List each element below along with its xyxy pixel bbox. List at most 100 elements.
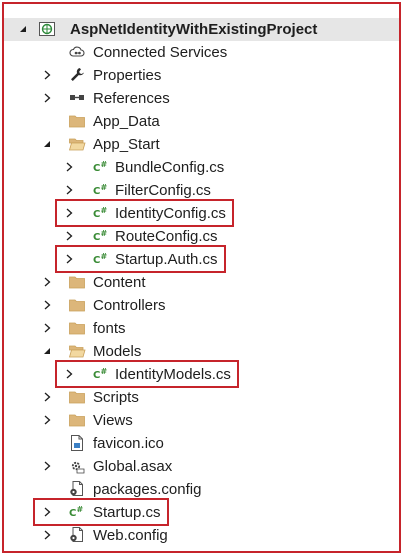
svg-text:#: # bbox=[101, 183, 108, 192]
image-file-icon bbox=[68, 434, 86, 452]
config-file-icon bbox=[68, 526, 86, 544]
tree-item-label: IdentityConfig.cs bbox=[115, 205, 226, 222]
tree-item[interactable]: Connected Services bbox=[4, 41, 399, 64]
folder-icon bbox=[68, 296, 86, 314]
tree-item[interactable]: Models bbox=[4, 340, 399, 363]
tree-item-label: fonts bbox=[93, 320, 126, 337]
collapsed-arrow-icon[interactable] bbox=[42, 299, 52, 311]
tree-item-label: References bbox=[93, 90, 170, 107]
csharp-file-icon: C # bbox=[92, 365, 110, 383]
tree-item-label: Startup.cs bbox=[93, 504, 161, 521]
collapsed-arrow-icon[interactable] bbox=[64, 207, 74, 219]
tree-item-label: App_Data bbox=[93, 113, 160, 130]
svg-text:#: # bbox=[101, 160, 108, 169]
svg-text:C: C bbox=[93, 186, 100, 197]
collapsed-arrow-icon[interactable] bbox=[64, 161, 74, 173]
tree-item-label: FilterConfig.cs bbox=[115, 182, 211, 199]
web-project-icon bbox=[38, 20, 56, 38]
tree-item-label: Controllers bbox=[93, 297, 166, 314]
svg-text:#: # bbox=[101, 229, 108, 238]
wrench-icon bbox=[68, 66, 86, 84]
collapsed-arrow-icon[interactable] bbox=[42, 460, 52, 472]
tree-item[interactable]: Controllers bbox=[4, 294, 399, 317]
tree-item[interactable]: C # Startup.Auth.cs bbox=[4, 248, 399, 271]
collapsed-arrow-icon[interactable] bbox=[42, 506, 52, 518]
cloud-connected-icon bbox=[68, 43, 86, 61]
tree-item[interactable]: C # IdentityModels.cs bbox=[4, 363, 399, 386]
collapsed-arrow-icon[interactable] bbox=[42, 414, 52, 426]
tree-item-label: Properties bbox=[93, 67, 162, 84]
collapsed-arrow-icon[interactable] bbox=[42, 276, 52, 288]
global-asax-icon bbox=[68, 457, 86, 475]
tree-item[interactable]: C # IdentityConfig.cs bbox=[4, 202, 399, 225]
expanded-arrow-icon[interactable] bbox=[42, 345, 52, 357]
csharp-file-icon: C # bbox=[92, 181, 110, 199]
tree-item-label: RouteConfig.cs bbox=[115, 228, 218, 245]
tree-item-label: Scripts bbox=[93, 389, 139, 406]
tree-item-label: Global.asax bbox=[93, 458, 173, 475]
csharp-file-icon: C # bbox=[92, 227, 110, 245]
collapsed-arrow-icon[interactable] bbox=[42, 391, 52, 403]
svg-text:C: C bbox=[93, 232, 100, 243]
tree-item[interactable]: C # RouteConfig.cs bbox=[4, 225, 399, 248]
csharp-file-icon: C # bbox=[92, 204, 110, 222]
tree-item[interactable]: Global.asax bbox=[4, 455, 399, 478]
tree-item[interactable]: Properties bbox=[4, 64, 399, 87]
tree-item-label: Models bbox=[93, 343, 142, 360]
svg-text:C: C bbox=[93, 255, 100, 266]
tree-item-label: Web.config bbox=[93, 527, 168, 544]
tree-item[interactable]: References bbox=[4, 87, 399, 110]
folder-icon bbox=[68, 112, 86, 130]
svg-text:#: # bbox=[101, 367, 108, 376]
project-name: AspNetIdentityWithExistingProject bbox=[70, 21, 318, 38]
folder-icon bbox=[68, 388, 86, 406]
tree-item[interactable]: C # Startup.cs bbox=[4, 501, 399, 524]
folder-icon bbox=[68, 411, 86, 429]
folder-open-icon bbox=[68, 342, 86, 360]
tree-item-label: favicon.ico bbox=[93, 435, 164, 452]
csharp-file-icon: C # bbox=[68, 503, 86, 521]
svg-text:C: C bbox=[93, 163, 100, 174]
tree-item[interactable]: C # BundleConfig.cs bbox=[4, 156, 399, 179]
project-node[interactable]: AspNetIdentityWithExistingProject bbox=[4, 18, 399, 41]
collapsed-arrow-icon[interactable] bbox=[64, 184, 74, 196]
tree-item[interactable]: fonts bbox=[4, 317, 399, 340]
collapsed-arrow-icon[interactable] bbox=[42, 322, 52, 334]
svg-text:C: C bbox=[93, 370, 100, 381]
collapsed-arrow-icon[interactable] bbox=[64, 368, 74, 380]
collapsed-arrow-icon[interactable] bbox=[42, 529, 52, 541]
tree-item[interactable]: Scripts bbox=[4, 386, 399, 409]
tree-item-label: Connected Services bbox=[93, 44, 228, 61]
svg-text:#: # bbox=[101, 206, 108, 215]
solution-explorer-frame: AspNetIdentityWithExistingProject Connec… bbox=[2, 2, 401, 553]
collapsed-arrow-icon[interactable] bbox=[42, 92, 52, 104]
config-file-icon bbox=[68, 480, 86, 498]
references-icon bbox=[68, 89, 86, 107]
tree-item[interactable]: packages.config bbox=[4, 478, 399, 501]
svg-text:#: # bbox=[101, 252, 108, 261]
tree-item-label: App_Start bbox=[93, 136, 160, 153]
collapsed-arrow-icon[interactable] bbox=[64, 253, 74, 265]
tree-item[interactable]: Web.config bbox=[4, 524, 399, 547]
expanded-arrow-icon[interactable] bbox=[42, 138, 52, 150]
expanded-arrow-icon[interactable] bbox=[18, 23, 28, 35]
folder-open-icon bbox=[68, 135, 86, 153]
svg-text:C: C bbox=[69, 508, 76, 519]
tree-item[interactable]: App_Start bbox=[4, 133, 399, 156]
tree-item-label: packages.config bbox=[93, 481, 202, 498]
svg-text:#: # bbox=[77, 505, 84, 514]
tree-item[interactable]: favicon.ico bbox=[4, 432, 399, 455]
tree-item-label: BundleConfig.cs bbox=[115, 159, 225, 176]
tree-item-label: Views bbox=[93, 412, 133, 429]
tree-item-label: Startup.Auth.cs bbox=[115, 251, 218, 268]
tree-item-label: Content bbox=[93, 274, 146, 291]
folder-icon bbox=[68, 273, 86, 291]
tree-item[interactable]: Views bbox=[4, 409, 399, 432]
collapsed-arrow-icon[interactable] bbox=[64, 230, 74, 242]
tree-item[interactable]: Content bbox=[4, 271, 399, 294]
tree-item-label: IdentityModels.cs bbox=[115, 366, 231, 383]
tree-item[interactable]: App_Data bbox=[4, 110, 399, 133]
collapsed-arrow-icon[interactable] bbox=[42, 69, 52, 81]
tree-item[interactable]: C # FilterConfig.cs bbox=[4, 179, 399, 202]
folder-icon bbox=[68, 319, 86, 337]
